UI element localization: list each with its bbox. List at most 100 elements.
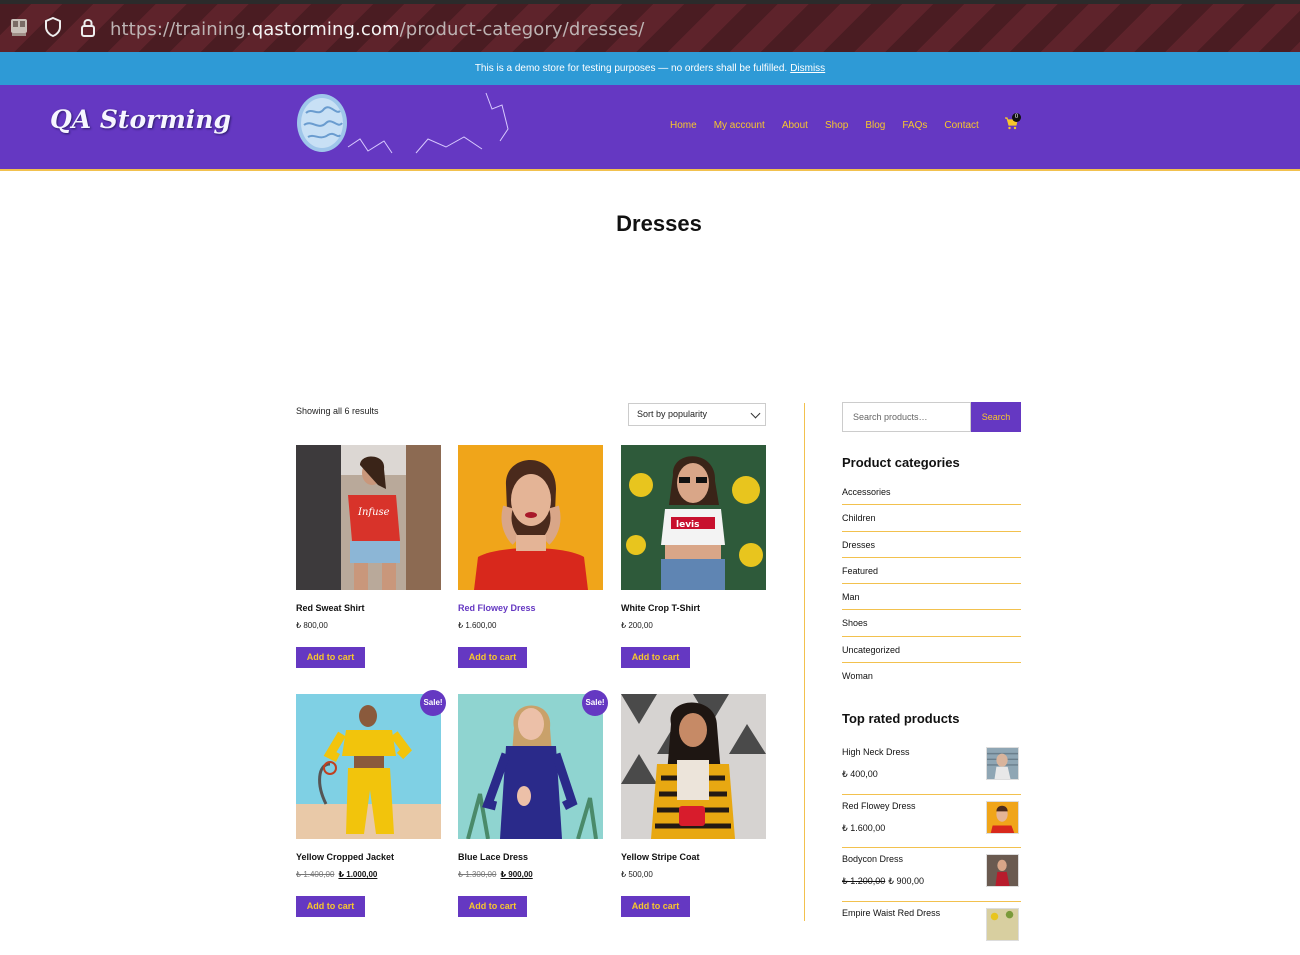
page-title: Dresses xyxy=(0,211,1300,237)
add-to-cart-button[interactable]: Add to cart xyxy=(458,896,527,917)
product-name[interactable]: Red Sweat Shirt xyxy=(296,603,365,613)
add-to-cart-button[interactable]: Add to cart xyxy=(621,647,690,668)
product-image[interactable]: levis xyxy=(621,445,766,590)
product-price: ₺ 1.400,00 ₺ 1.000,00 xyxy=(296,870,377,879)
product-image[interactable] xyxy=(458,694,603,839)
demo-store-notice: This is a demo store for testing purpose… xyxy=(0,52,1300,85)
browser-address-bar: https://training.qastorming.com/product-… xyxy=(0,0,1300,52)
old-price: ₺ 1.300,00 xyxy=(458,870,496,879)
nav-home[interactable]: Home xyxy=(670,120,697,131)
shield-icon[interactable] xyxy=(42,16,64,38)
logo-text: QA Storming xyxy=(50,105,231,134)
content-sidebar-divider xyxy=(804,403,805,921)
product-card: Infuse Red Sweat Shirt ₺ 800,00 Add to c… xyxy=(296,445,442,595)
category-featured[interactable]: Featured xyxy=(842,558,1021,584)
top-rated-name[interactable]: High Neck Dress xyxy=(842,747,910,757)
add-to-cart-button[interactable]: Add to cart xyxy=(621,896,690,917)
product-search-input[interactable]: Search products… xyxy=(842,402,971,432)
main-nav: Home My account About Shop Blog FAQs Con… xyxy=(670,118,996,132)
product-name[interactable]: Yellow Stripe Coat xyxy=(621,852,700,862)
product-card: Sale! Blue Lace Dress ₺ 1.300,00₺ 900,00… xyxy=(458,694,604,844)
category-uncategorized[interactable]: Uncategorized xyxy=(842,637,1021,663)
top-rated-item: Red Flowey Dress ₺ 1.600,00 xyxy=(842,795,1021,849)
top-rated-name[interactable]: Empire Waist Red Dress xyxy=(842,908,940,918)
sale-badge: Sale! xyxy=(582,690,608,716)
add-to-cart-button[interactable]: Add to cart xyxy=(296,896,365,917)
sort-select[interactable]: Sort by popularity xyxy=(628,403,766,426)
sale-price: ₺ 900,00 xyxy=(500,870,532,879)
product-price: ₺ 200,00 xyxy=(621,621,653,630)
product-image[interactable]: Infuse xyxy=(296,445,441,590)
top-rated-item: High Neck Dress ₺ 400,00 xyxy=(842,741,1021,795)
lock-icon[interactable] xyxy=(77,16,99,38)
product-name[interactable]: Yellow Cropped Jacket xyxy=(296,852,394,862)
add-to-cart-button[interactable]: Add to cart xyxy=(296,647,365,668)
notice-text: This is a demo store for testing purpose… xyxy=(475,63,787,74)
product-price: ₺ 1.300,00 ₺ 900,00 xyxy=(458,870,533,879)
cart-count-badge: 0 xyxy=(1012,113,1021,122)
sale-badge: Sale! xyxy=(420,690,446,716)
top-rated-item: Empire Waist Red Dress xyxy=(842,902,1021,955)
product-name[interactable]: Red Flowey Dress xyxy=(458,603,536,613)
url-path: /product-category/dresses/ xyxy=(400,19,645,40)
nav-about[interactable]: About xyxy=(782,120,808,131)
product-price: ₺ 500,00 xyxy=(621,870,653,879)
top-rated-list: High Neck Dress ₺ 400,00 Red Flowey Dres… xyxy=(842,741,1021,955)
category-woman[interactable]: Woman xyxy=(842,663,1021,689)
nav-shop[interactable]: Shop xyxy=(825,120,848,131)
nav-my-account[interactable]: My account xyxy=(714,120,765,131)
url-prefix: https://training. xyxy=(110,19,252,40)
nav-blog[interactable]: Blog xyxy=(865,120,885,131)
categories-widget-title: Product categories xyxy=(842,455,960,470)
tab-favicon-icon xyxy=(8,16,30,38)
current-price: ₺ 200,00 xyxy=(621,621,653,630)
old-price: ₺ 1.400,00 xyxy=(296,870,334,879)
product-image[interactable] xyxy=(458,445,603,590)
current-price: ₺ 1.600,00 xyxy=(842,823,885,833)
svg-text:levis: levis xyxy=(676,520,700,530)
chevron-down-icon xyxy=(751,409,761,419)
search-button[interactable]: Search xyxy=(971,402,1021,432)
product-card: Sale! Yellow Cropped Jacket ₺ 1.400,00₺ … xyxy=(296,694,442,844)
product-price: ₺ 800,00 xyxy=(296,621,328,630)
category-dresses[interactable]: Dresses xyxy=(842,532,1021,558)
current-price: ₺ 800,00 xyxy=(296,621,328,630)
top-rated-widget-title: Top rated products xyxy=(842,711,959,726)
category-children[interactable]: Children xyxy=(842,505,1021,531)
svg-text:Infuse: Infuse xyxy=(357,507,390,518)
top-rated-thumbnail[interactable] xyxy=(986,747,1019,780)
address-url[interactable]: https://training.qastorming.com/product-… xyxy=(110,19,644,40)
current-price: ₺ 1.600,00 xyxy=(458,621,496,630)
category-shoes[interactable]: Shoes xyxy=(842,610,1021,636)
nav-contact[interactable]: Contact xyxy=(944,120,978,131)
category-accessories[interactable]: Accessories xyxy=(842,479,1021,505)
top-rated-thumbnail[interactable] xyxy=(986,908,1019,941)
top-rated-thumbnail[interactable] xyxy=(986,801,1019,834)
url-domain: qastorming.com xyxy=(252,19,400,40)
category-man[interactable]: Man xyxy=(842,584,1021,610)
old-price: ₺ 1.200,00 xyxy=(842,876,885,886)
dismiss-link[interactable]: Dismiss xyxy=(790,63,825,74)
top-rated-price: ₺ 400,00 xyxy=(842,769,878,780)
top-rated-name[interactable]: Bodycon Dress xyxy=(842,854,903,864)
nav-faqs[interactable]: FAQs xyxy=(902,120,927,131)
top-rated-item: Bodycon Dress ₺ 1.200,00₺ 900,00 xyxy=(842,848,1021,902)
sale-price: ₺ 900,00 xyxy=(888,876,924,886)
product-name[interactable]: White Crop T-Shirt xyxy=(621,603,700,613)
result-count: Showing all 6 results xyxy=(296,406,379,416)
qa-storming-logo[interactable] xyxy=(296,89,512,163)
product-card: Red Flowey Dress ₺ 1.600,00 Add to cart xyxy=(458,445,604,595)
site-header: QA Storming Home My account About Shop B… xyxy=(0,85,1300,171)
product-image[interactable] xyxy=(296,694,441,839)
top-rated-name[interactable]: Red Flowey Dress xyxy=(842,801,916,811)
top-rated-thumbnail[interactable] xyxy=(986,854,1019,887)
product-image[interactable] xyxy=(621,694,766,839)
product-card: levis White Crop T-Shirt ₺ 200,00 Add to… xyxy=(621,445,767,595)
top-rated-price: ₺ 1.600,00 xyxy=(842,823,885,834)
sale-price: ₺ 1.000,00 xyxy=(338,870,377,879)
add-to-cart-button[interactable]: Add to cart xyxy=(458,647,527,668)
product-price: ₺ 1.600,00 xyxy=(458,621,496,630)
top-rated-price: ₺ 1.200,00₺ 900,00 xyxy=(842,876,924,887)
category-list: Accessories Children Dresses Featured Ma… xyxy=(842,479,1021,689)
product-name[interactable]: Blue Lace Dress xyxy=(458,852,528,862)
